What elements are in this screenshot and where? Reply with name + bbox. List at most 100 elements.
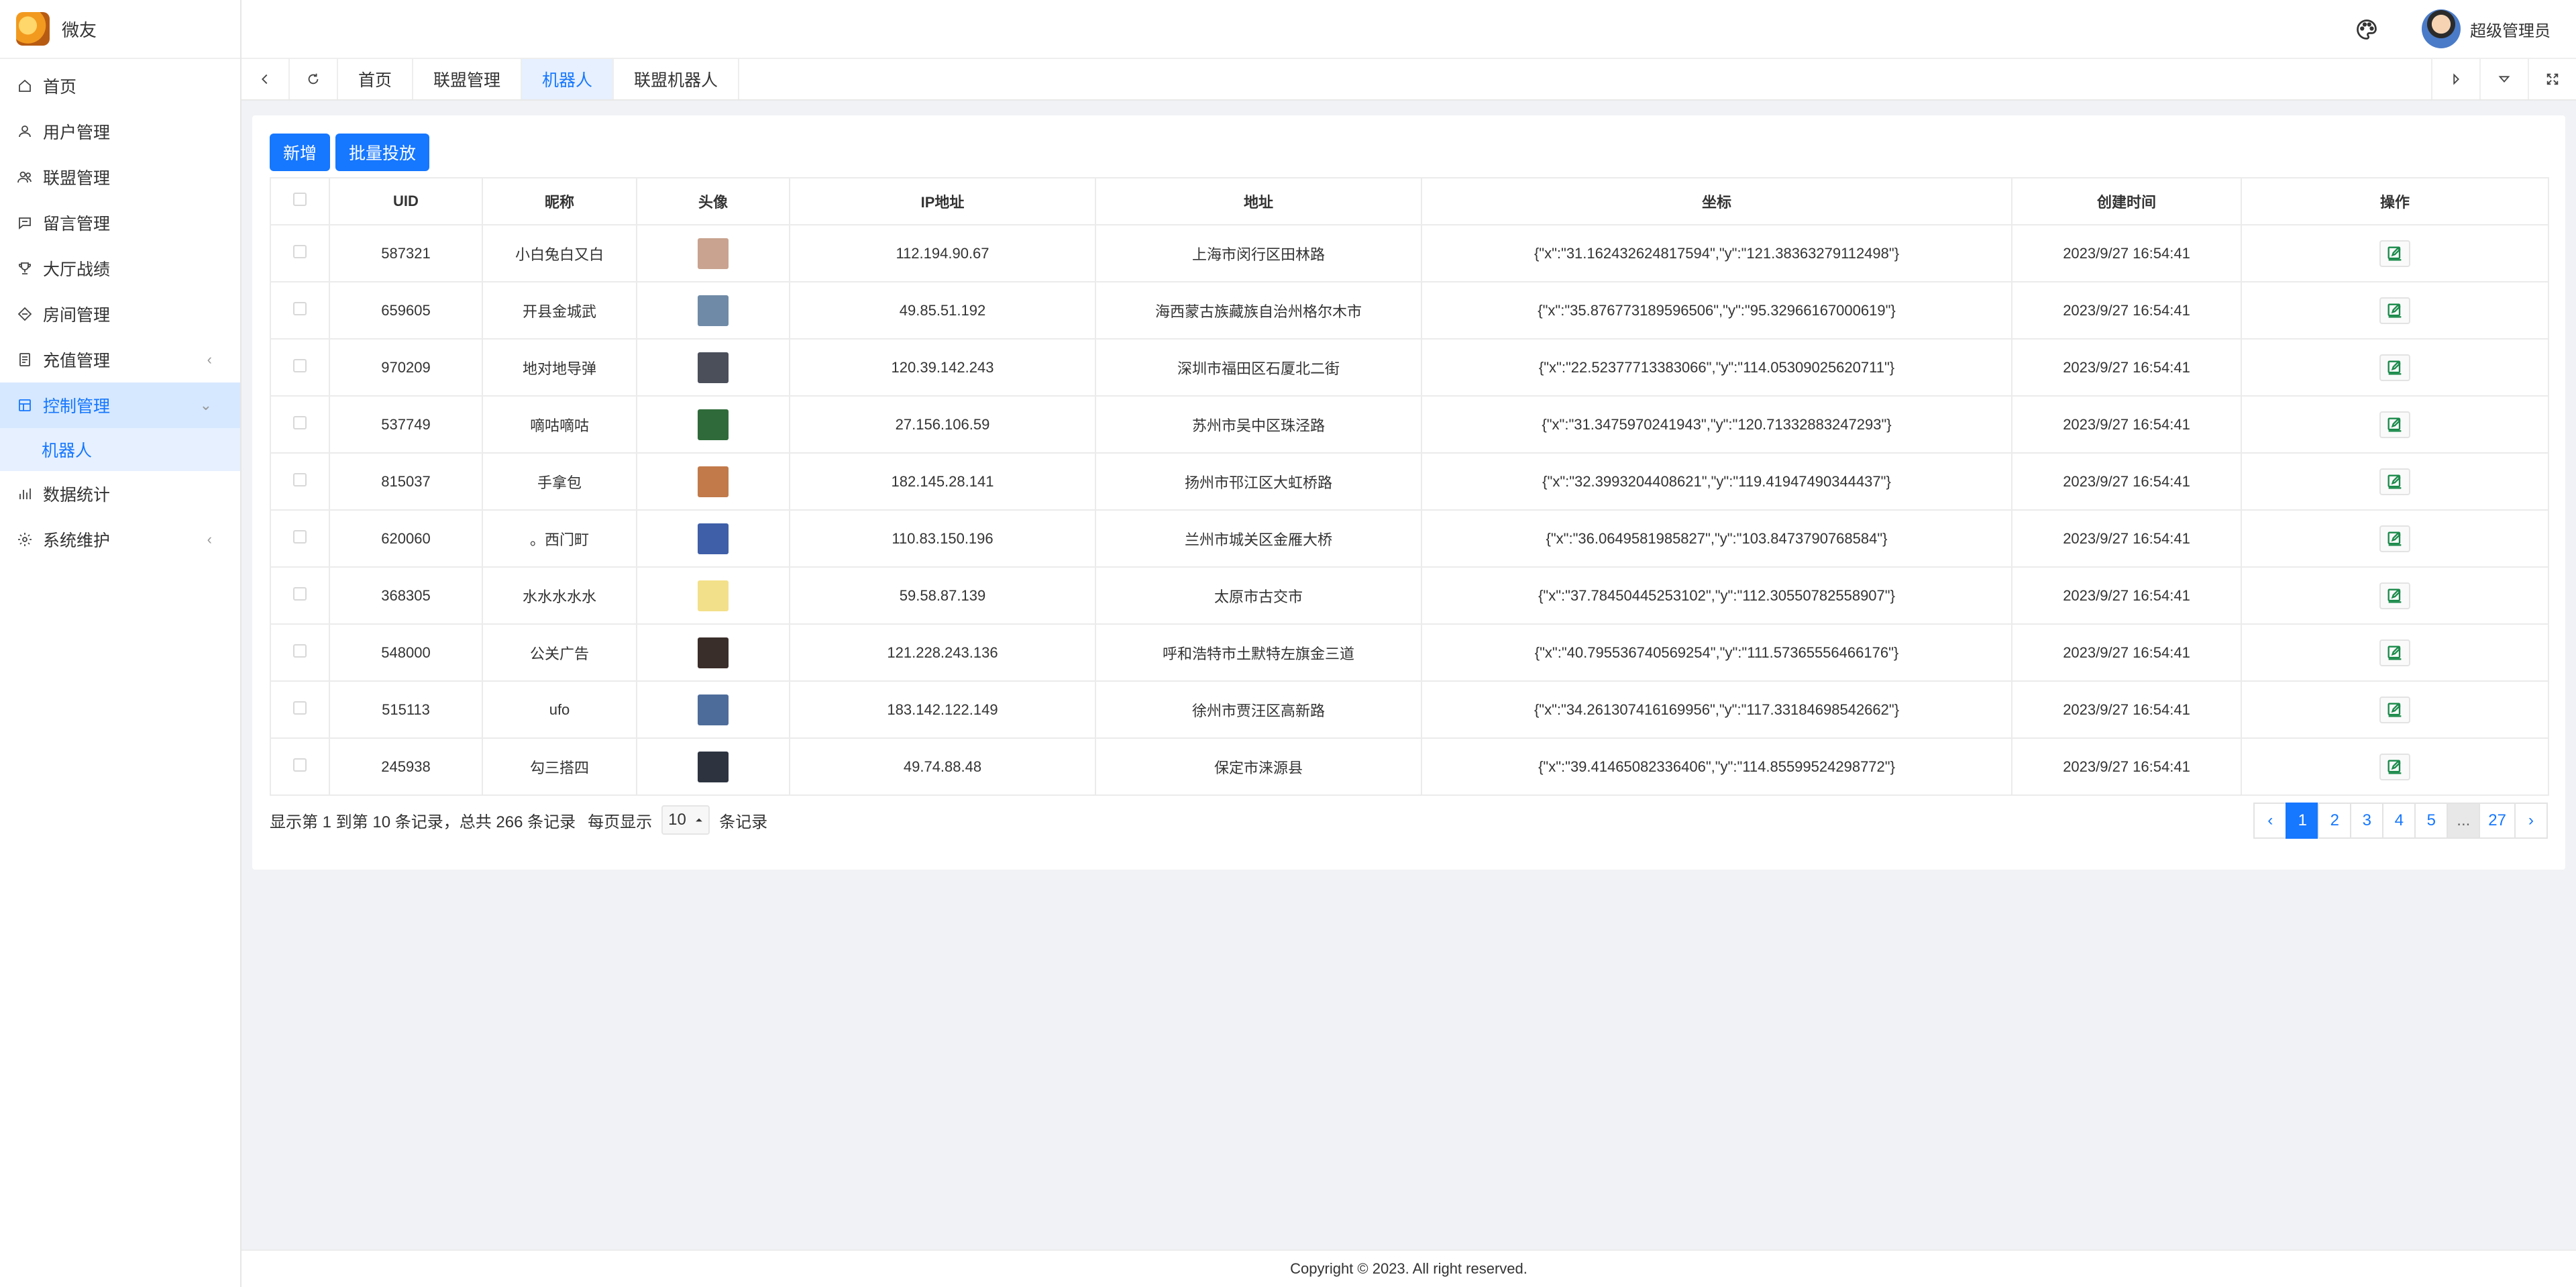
avatar-thumbnail[interactable]: [698, 352, 729, 383]
select-cell: [270, 452, 330, 511]
edit-button[interactable]: [2379, 411, 2410, 438]
sidebar-menu: 首页用户管理 联盟管理 留言管理 大厅战绩 房间管理 充值管理 ‹ 控制管理 ⌄ 机器人 数据统计系…: [0, 59, 240, 562]
edit-button[interactable]: [2379, 240, 2410, 267]
avatar-thumbnail[interactable]: [698, 238, 729, 269]
page-button-5[interactable]: 5: [2414, 803, 2449, 839]
avatar-cell: [636, 623, 790, 682]
caret-up-icon: [696, 818, 702, 822]
fullscreen-button[interactable]: [2528, 59, 2576, 99]
ip-cell: 59.58.87.139: [789, 566, 1096, 625]
edit-button[interactable]: [2379, 639, 2410, 666]
address-cell: 海西蒙古族藏族自治州格尔木市: [1095, 281, 1422, 340]
avatar-cell: [636, 566, 790, 625]
sidebar-item-2[interactable]: 联盟管理: [0, 154, 240, 200]
ip-cell: 49.85.51.192: [789, 281, 1096, 340]
row-checkbox[interactable]: [293, 415, 307, 429]
avatar-thumbnail[interactable]: [698, 295, 729, 326]
avatar-cell: [636, 452, 790, 511]
table-row: 815037 手拿包 182.145.28.141 扬州市邗江区大虹桥路 {"x":"3…: [270, 452, 2549, 511]
uid-cell: 515113: [329, 680, 483, 739]
tabs-scroll-left-button[interactable]: [241, 59, 290, 99]
nickname-cell: 水水水水水: [482, 566, 637, 625]
edit-icon: [2387, 417, 2402, 431]
page-button-last[interactable]: 27: [2479, 803, 2516, 839]
edit-button[interactable]: [2379, 696, 2410, 723]
avatar-thumbnail[interactable]: [698, 466, 729, 497]
edit-icon: [2387, 531, 2402, 546]
coordinate-cell: {"x":"35.876773189596506","y":"95.329661…: [1421, 281, 2012, 340]
row-checkbox[interactable]: [293, 244, 307, 258]
edit-button[interactable]: [2379, 525, 2410, 552]
select-cell: [270, 281, 330, 340]
tabs-scroll-right-button[interactable]: [2431, 59, 2479, 99]
uid-cell: 537749: [329, 395, 483, 454]
select-all-checkbox[interactable]: [293, 193, 307, 206]
sidebar-subitem-robot[interactable]: 机器人: [0, 428, 240, 471]
table-row: 515113 ufo 183.142.122.149 徐州市贾汪区高新路 {"x":"3…: [270, 680, 2549, 739]
page-button-4[interactable]: 4: [2382, 803, 2416, 839]
tab-2[interactable]: 机器人: [522, 59, 614, 99]
refresh-button[interactable]: [290, 59, 338, 99]
page-button-2[interactable]: 2: [2318, 803, 2352, 839]
sidebar-item-5[interactable]: 房间管理: [0, 291, 240, 337]
sidebar-item-6[interactable]: 充值管理 ‹: [0, 337, 240, 382]
batch-deploy-button[interactable]: 批量投放: [335, 134, 430, 171]
select-cell: [270, 623, 330, 682]
page-button-1[interactable]: 1: [2286, 803, 2320, 839]
sidebar-item-7[interactable]: 控制管理 ⌄: [0, 382, 240, 428]
nickname-cell: ufo: [482, 680, 637, 739]
row-checkbox[interactable]: [293, 529, 307, 544]
edit-button[interactable]: [2379, 582, 2410, 609]
row-checkbox[interactable]: [293, 472, 307, 486]
page-button-3[interactable]: 3: [2350, 803, 2384, 839]
avatar-thumbnail[interactable]: [698, 580, 729, 611]
edit-button[interactable]: [2379, 354, 2410, 381]
sidebar-item-label: 首页: [43, 78, 77, 97]
row-checkbox[interactable]: [293, 358, 307, 372]
row-checkbox[interactable]: [293, 301, 307, 315]
page-size-select[interactable]: 10: [661, 805, 710, 835]
row-checkbox[interactable]: [293, 644, 307, 658]
avatar-thumbnail[interactable]: [698, 694, 729, 725]
prev-page-button[interactable]: ‹: [2253, 803, 2288, 839]
diamond-icon: [16, 305, 34, 323]
uid-cell: 548000: [329, 623, 483, 682]
tab-3[interactable]: 联盟机器人: [614, 59, 740, 99]
avatar-thumbnail[interactable]: [698, 751, 729, 782]
user-menu[interactable]: 超级管理员: [2422, 9, 2551, 48]
page-ellipsis[interactable]: ...: [2447, 803, 2481, 839]
sidebar-item-0[interactable]: 首页: [0, 63, 240, 109]
created-time-cell: 2023/9/27 16:54:41: [2011, 680, 2242, 739]
avatar-cell: [636, 509, 790, 568]
chevron-icon: ⌄: [199, 397, 212, 413]
tab-0[interactable]: 首页: [338, 59, 414, 99]
row-checkbox[interactable]: [293, 758, 307, 772]
sidebar-item-1[interactable]: 用户管理: [0, 109, 240, 154]
coordinate-cell: {"x":"36.0649581985827","y":"103.8473790…: [1421, 509, 2012, 568]
sidebar-item-9[interactable]: 系统维护 ‹: [0, 517, 240, 562]
row-checkbox[interactable]: [293, 586, 307, 601]
main-card: 新增 批量投放 UID 昵称 头像 IP地址 地址 坐标 创建时间 操作 587…: [252, 115, 2565, 870]
edit-button[interactable]: [2379, 297, 2410, 324]
actions-cell: [2241, 224, 2549, 282]
avatar-thumbnail[interactable]: [698, 637, 729, 668]
tab-1[interactable]: 联盟管理: [413, 59, 523, 99]
sidebar-item-3[interactable]: 留言管理: [0, 200, 240, 246]
sidebar-item-8[interactable]: 数据统计: [0, 471, 240, 517]
edit-icon: [2387, 646, 2402, 660]
add-button[interactable]: 新增: [270, 134, 331, 171]
uid-cell: 620060: [329, 509, 483, 568]
avatar-thumbnail[interactable]: [698, 409, 729, 440]
next-page-button[interactable]: ›: [2514, 803, 2548, 839]
avatar-thumbnail[interactable]: [698, 523, 729, 554]
top-header: 超级管理员: [241, 0, 2576, 59]
edit-button[interactable]: [2379, 468, 2410, 495]
app-logo: [16, 12, 50, 46]
ledger-icon: [16, 351, 34, 368]
row-checkbox[interactable]: [293, 701, 307, 715]
palette-icon[interactable]: [2355, 17, 2379, 42]
avatar-cell: [636, 680, 790, 739]
sidebar-item-4[interactable]: 大厅战绩: [0, 246, 240, 291]
edit-button[interactable]: [2379, 753, 2410, 780]
tabs-dropdown-button[interactable]: [2479, 59, 2528, 99]
